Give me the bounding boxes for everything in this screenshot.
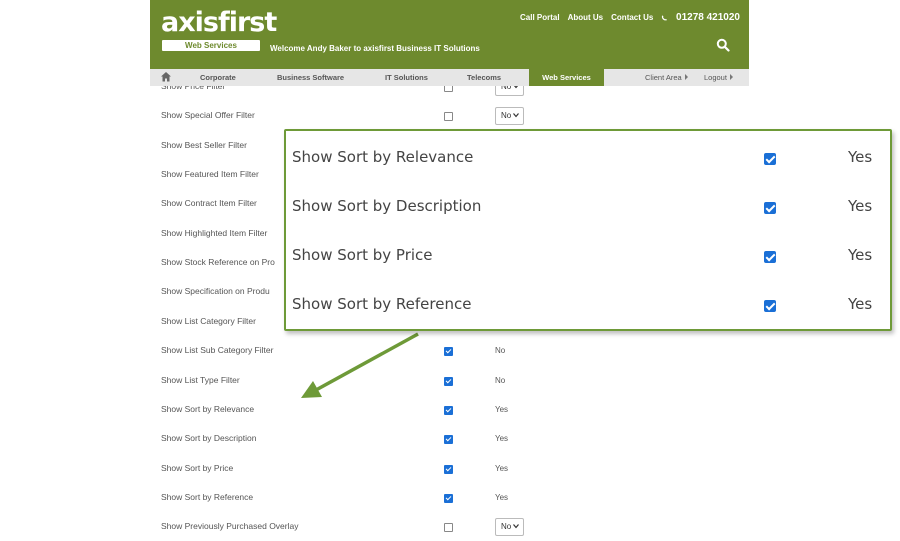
call-portal-link[interactable]: Call Portal (520, 13, 560, 22)
row-label: Show Sort by Relevance (161, 403, 255, 414)
row-label: Show Previously Purchased Overlay (161, 521, 299, 532)
caret-right-icon (730, 74, 734, 80)
callout-checkbox[interactable] (764, 300, 776, 312)
callout-checkbox[interactable] (764, 153, 776, 165)
callout-checkbox[interactable] (764, 202, 776, 214)
chevron-down-icon (513, 86, 519, 89)
welcome-message: Welcome Andy Baker to axisfirst Business… (270, 44, 480, 53)
row-label: Show Specification on Produ (161, 286, 270, 297)
nav-it-solutions[interactable]: IT Solutions (385, 69, 428, 86)
row-select-value: No (501, 86, 512, 91)
chevron-down-icon (513, 524, 519, 529)
settings-row: Show Sort by Description Yes (150, 429, 749, 449)
row-select-value: No (501, 522, 512, 532)
settings-row: Show List Sub Category Filter No (150, 341, 749, 361)
row-checkbox[interactable] (444, 405, 453, 415)
row-label: Show Featured Item Filter (161, 169, 259, 180)
row-select[interactable]: No (495, 518, 524, 537)
main-nav: Corporate Business Software IT Solutions… (150, 69, 749, 86)
callout-row: Show Sort by Price Yes (286, 237, 890, 277)
row-checkbox[interactable] (444, 523, 453, 533)
row-label: Show Sort by Description (161, 433, 257, 444)
row-label: Show Best Seller Filter (161, 139, 247, 150)
top-links: Call Portal About Us Contact Us 01278 42… (520, 12, 740, 23)
row-checkbox[interactable] (444, 112, 453, 122)
row-label: Show List Type Filter (161, 374, 240, 385)
settings-row: Show Previously Purchased Overlay No (150, 517, 749, 537)
settings-row: Show List Type Filter No (150, 371, 749, 391)
row-checkbox[interactable] (444, 464, 453, 474)
callout-value: Yes (848, 295, 873, 313)
phone-icon (662, 14, 668, 20)
row-checkbox[interactable] (444, 86, 453, 92)
row-label: Show List Sub Category Filter (161, 345, 274, 356)
row-label: Show Special Offer Filter (161, 110, 255, 121)
settings-row: Show Sort by Reference Yes (150, 488, 749, 508)
settings-row: Show Sort by Relevance Yes (150, 400, 749, 420)
row-label: Show Sort by Price (161, 462, 234, 473)
row-checkbox[interactable] (444, 435, 453, 445)
callout-value: Yes (848, 148, 873, 166)
callout-label: Show Sort by Relevance (292, 148, 474, 166)
logo[interactable]: axisfirst Web Services (161, 7, 277, 51)
row-value: Yes (495, 492, 509, 502)
chevron-down-icon (513, 113, 519, 118)
nav-web-services[interactable]: Web Services (529, 69, 604, 86)
phone-number[interactable]: 01278 421020 (676, 12, 740, 23)
callout-checkbox[interactable] (764, 251, 776, 263)
settings-row: Show Special Offer Filter No (150, 106, 749, 126)
callout-label: Show Sort by Description (292, 197, 482, 215)
row-checkbox[interactable] (444, 347, 453, 357)
row-value: Yes (495, 434, 509, 444)
row-select-value: No (501, 111, 512, 121)
about-us-link[interactable]: About Us (568, 13, 604, 22)
callout-row: Show Sort by Description Yes (286, 188, 890, 228)
settings-row: Show Sort by Price Yes (150, 459, 749, 479)
site-header: axisfirst Web Services Welcome Andy Bake… (150, 0, 749, 69)
row-value: No (495, 346, 506, 356)
row-label: Show Stock Reference on Pro (161, 257, 275, 268)
row-checkbox[interactable] (444, 493, 453, 503)
caret-right-icon (684, 74, 688, 80)
row-checkbox[interactable] (444, 376, 453, 386)
search-icon[interactable] (716, 38, 730, 52)
row-value: Yes (495, 404, 509, 414)
callout-value: Yes (848, 246, 873, 264)
contact-us-link[interactable]: Contact Us (611, 13, 653, 22)
nav-logout[interactable]: Logout (704, 69, 734, 86)
logo-tagline: Web Services (162, 40, 260, 51)
callout-label: Show Sort by Price (292, 246, 433, 264)
callout-row: Show Sort by Reference Yes (286, 286, 890, 326)
row-select[interactable]: No (495, 86, 524, 96)
nav-corporate[interactable]: Corporate (200, 69, 236, 86)
callout-value: Yes (848, 197, 873, 215)
logout-label: Logout (704, 73, 727, 82)
home-icon[interactable] (160, 71, 172, 83)
zoom-callout: Show Sort by Relevance Yes Show Sort by De… (284, 129, 892, 331)
row-label: Show Contract Item Filter (161, 198, 257, 209)
nav-telecoms[interactable]: Telecoms (467, 69, 501, 86)
row-value: Yes (495, 463, 509, 473)
settings-row: Show Price Filter No (150, 86, 749, 97)
nav-client-area[interactable]: Client Area (645, 69, 689, 86)
row-value: No (495, 375, 506, 385)
row-label: Show Sort by Reference (161, 491, 254, 502)
callout-row: Show Sort by Relevance Yes (286, 139, 890, 179)
row-label: Show List Category Filter (161, 315, 256, 326)
nav-business-software[interactable]: Business Software (277, 69, 344, 86)
logo-text: axisfirst (161, 7, 277, 38)
row-label: Show Highlighted Item Filter (161, 227, 268, 238)
row-label: Show Price Filter (161, 86, 226, 91)
callout-label: Show Sort by Reference (292, 295, 472, 313)
row-select[interactable]: No (495, 107, 524, 126)
client-area-label: Client Area (645, 73, 682, 82)
